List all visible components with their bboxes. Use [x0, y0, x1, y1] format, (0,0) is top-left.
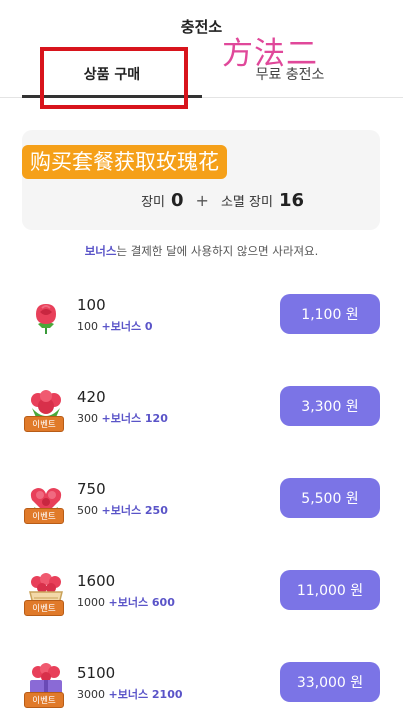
base-amount: 300 [77, 412, 98, 425]
bonus-amount: +보너스 250 [101, 504, 168, 517]
single-rose-icon [24, 294, 68, 354]
plus-sign: + [195, 191, 209, 210]
promo-banner: 购买套餐获取玫瑰花 [22, 145, 227, 179]
price-button[interactable]: 33,000 원 [280, 662, 380, 702]
rose-heart-icon: 이벤트 [24, 478, 68, 538]
base-amount: 1000 [77, 596, 105, 609]
product-row: 이벤트 750 500 +보너스 250 5,500 원 [0, 478, 403, 538]
bonus-amount: +보너스 600 [108, 596, 175, 609]
product-row: 이벤트 1600 1000 +보너스 600 11,000 원 [0, 570, 403, 630]
rose-amount: 5100 [77, 664, 116, 682]
rose-breakdown: 500 +보너스 250 [77, 502, 168, 518]
price-button[interactable]: 11,000 원 [280, 570, 380, 610]
rose-amount: 1600 [77, 572, 116, 590]
product-row: 100 100 +보너스 0 1,100 원 [0, 294, 403, 354]
rose-breakdown: 300 +보너스 120 [77, 410, 168, 426]
balance-card: 购买套餐获取玫瑰花 장미 0 + 소멸 장미 16 [22, 130, 380, 230]
balance-summary: 장미 0 + 소멸 장미 16 [141, 190, 304, 211]
rose-gift-box-icon: 이벤트 [24, 662, 68, 722]
rose-value: 0 [171, 190, 184, 211]
product-row: 이벤트 420 300 +보너스 120 3,300 원 [0, 386, 403, 446]
rose-label: 장미 [141, 195, 166, 210]
rose-amount: 750 [77, 480, 106, 498]
rose-breakdown: 3000 +보너스 2100 [77, 686, 183, 702]
event-badge: 이벤트 [24, 600, 64, 616]
base-amount: 500 [77, 504, 98, 517]
bonus-amount: +보너스 2100 [108, 688, 183, 701]
event-badge: 이벤트 [24, 692, 64, 708]
bonus-amount: +보너스 120 [101, 412, 168, 425]
rose-breakdown: 1000 +보너스 600 [77, 594, 175, 610]
base-amount: 100 [77, 320, 98, 333]
page-title: 충전소 [180, 18, 223, 36]
price-button[interactable]: 3,300 원 [280, 386, 380, 426]
header: 충전소 方法二 상품 구매 무료 충전소 [0, 0, 403, 109]
bonus-notice-highlight: 보너스 [84, 244, 117, 258]
rose-amount: 100 [77, 296, 106, 314]
product-row: 이벤트 5100 3000 +보너스 2100 33,000 원 [0, 662, 403, 722]
event-badge: 이벤트 [24, 508, 64, 524]
consumable-rose-label: 소멸 장미 [220, 195, 273, 210]
bonus-amount: +보너스 0 [101, 320, 153, 333]
consumable-rose-value: 16 [278, 190, 304, 211]
base-amount: 3000 [77, 688, 105, 701]
bonus-notice-text: 는 결제한 달에 사용하지 않으면 사라져요. [116, 244, 319, 258]
rose-bouquet-icon: 이벤트 [24, 386, 68, 446]
tab-free-charge[interactable]: 무료 충전소 [200, 64, 380, 84]
rose-basket-icon: 이벤트 [24, 570, 68, 630]
event-badge: 이벤트 [24, 416, 64, 432]
bonus-notice: 보너스는 결제한 달에 사용하지 않으면 사라져요. [0, 243, 403, 259]
rose-breakdown: 100 +보너스 0 [77, 318, 153, 334]
rose-amount: 420 [77, 388, 106, 406]
price-button[interactable]: 5,500 원 [280, 478, 380, 518]
price-button[interactable]: 1,100 원 [280, 294, 380, 334]
highlight-box [40, 47, 188, 109]
